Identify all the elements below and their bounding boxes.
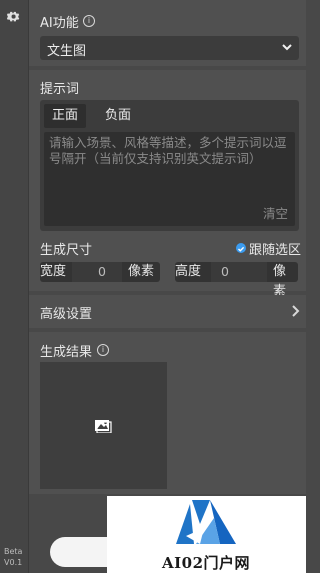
logo-icon — [176, 500, 236, 544]
prompt-placeholder: 请输入场景、风格等描述，多个提示词以逗号隔开（当前仅支持识别英文提示词） — [49, 135, 287, 166]
width-field-group: 宽度 0 像素 — [40, 262, 160, 282]
width-unit: 像素 — [128, 264, 155, 279]
watermark-text: AI02门户网 — [162, 554, 251, 572]
size-label: 生成尺寸 — [40, 243, 93, 258]
info-icon[interactable]: i — [97, 344, 109, 356]
tab-negative[interactable]: 负面 — [100, 104, 136, 128]
ai-function-section: AI功能 i 文生图 — [29, 0, 306, 66]
chevron-right-icon — [292, 305, 300, 317]
prompt-section: 提示词 正面 负面 请输入场景、风格等描述，多个提示词以逗号隔开（当前仅支持识别… — [29, 70, 306, 299]
prompt-box: 正面 负面 请输入场景、风格等描述，多个提示词以逗号隔开（当前仅支持识别英文提示… — [40, 100, 299, 231]
info-icon[interactable]: i — [83, 15, 95, 27]
height-label: 高度 — [175, 264, 202, 279]
result-thumbnail[interactable] — [40, 362, 167, 489]
prompt-input[interactable]: 请输入场景、风格等描述，多个提示词以逗号隔开（当前仅支持识别英文提示词） 清空 — [44, 132, 295, 226]
follow-selection-label[interactable]: 跟随选区 — [249, 239, 301, 258]
result-label: 生成结果 — [40, 345, 93, 360]
clear-button[interactable]: 清空 — [263, 203, 288, 222]
image-icon — [95, 420, 112, 433]
left-rail: Beta V0.1 — [0, 0, 29, 573]
result-section: 生成结果 i — [29, 332, 306, 494]
follow-selection-checkbox[interactable] — [236, 243, 246, 253]
generate-button[interactable] — [50, 537, 110, 567]
width-label: 宽度 — [40, 264, 67, 279]
ai-function-label: AI功能 — [40, 16, 79, 31]
ai-function-select[interactable]: 文生图 — [40, 36, 299, 60]
ai-function-value: 文生图 — [47, 44, 87, 59]
height-field-group: 高度 0 像素 — [175, 262, 298, 299]
watermark-logo: AI02门户网 — [107, 496, 306, 573]
advanced-settings-label: 高级设置 — [40, 307, 93, 322]
version-label: Beta V0.1 — [4, 547, 23, 567]
tab-positive[interactable]: 正面 — [44, 104, 86, 128]
main-panel: AI功能 i 文生图 提示词 正面 负面 请输入场景、风格等描述，多个提示词以逗… — [29, 0, 306, 573]
width-input[interactable]: 0 — [72, 262, 122, 282]
height-input[interactable]: 0 — [211, 262, 267, 282]
prompt-label: 提示词 — [40, 82, 80, 97]
chevron-down-icon — [282, 44, 292, 51]
check-icon — [238, 246, 245, 252]
gear-icon[interactable] — [7, 10, 20, 23]
advanced-settings-row[interactable]: 高级设置 — [29, 295, 306, 328]
